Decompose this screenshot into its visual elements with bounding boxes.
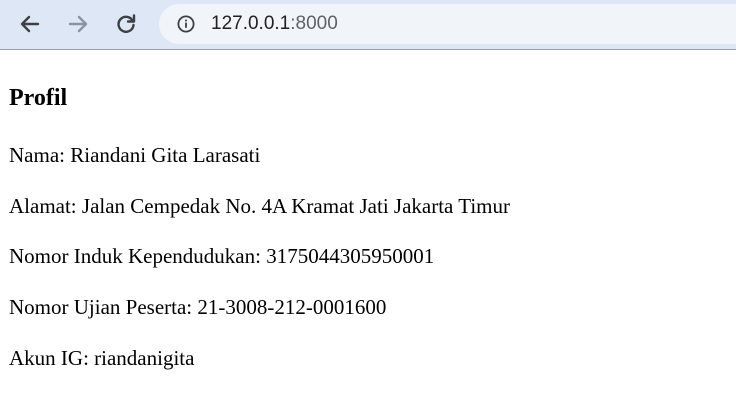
reload-button[interactable] [110,8,142,40]
back-button[interactable] [14,8,46,40]
profile-nik: Nomor Induk Kependudukan: 31750443059500… [9,244,435,268]
url-port: :8000 [290,13,338,34]
profile-exam-number: Nomor Ujian Peserta: 21-3008-212-0001600 [9,295,387,319]
forward-button[interactable] [62,8,94,40]
profile-address: Alamat: Jalan Cempedak No. 4A Kramat Jat… [9,194,510,218]
browser-toolbar: 127.0.0.1:8000 [0,0,736,50]
arrow-left-icon [20,15,40,33]
profile-name: Nama: Riandani Gita Larasati [9,143,261,167]
page-title: Profil [9,85,68,111]
info-icon[interactable] [177,15,195,33]
address-bar[interactable]: 127.0.0.1:8000 [159,4,736,44]
profile-instagram: Akun IG: riandanigita [9,346,195,370]
reload-icon [117,14,136,33]
url-host: 127.0.0.1 [211,13,291,34]
url-text[interactable]: 127.0.0.1:8000 [211,13,338,35]
arrow-right-icon [68,15,88,33]
